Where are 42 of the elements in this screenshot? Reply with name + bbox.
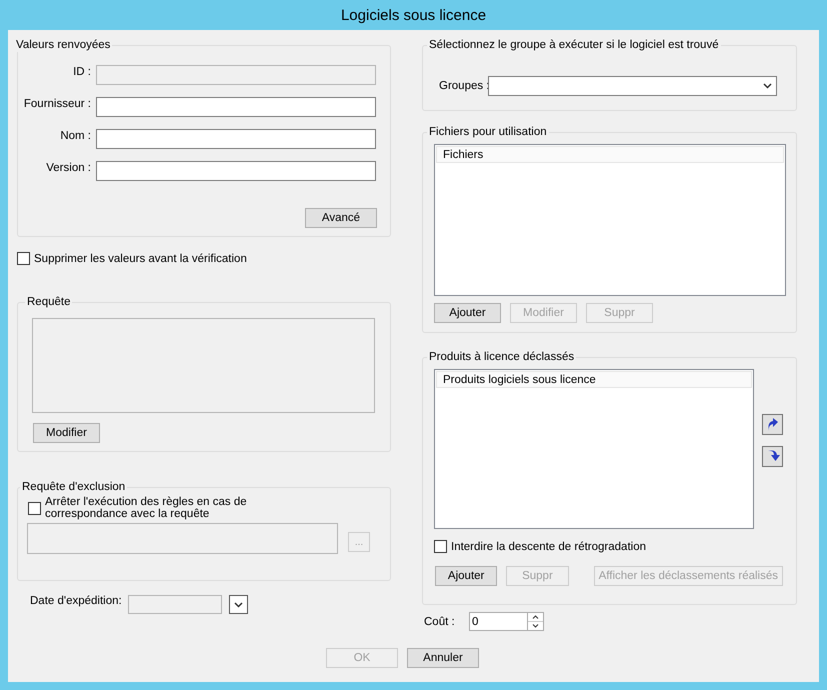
text-field[interactable]: [96, 97, 376, 117]
checkbox-label[interactable]: Supprimer les valeurs avant la vérification: [34, 252, 247, 264]
group-title: Requête: [27, 296, 70, 308]
window-title: Logiciels sous licence: [340, 6, 486, 24]
groups-dropdown[interactable]: [488, 76, 777, 96]
text-field[interactable]: [96, 161, 376, 181]
group-title: Valeurs renvoyées: [16, 39, 110, 51]
dialog-button[interactable]: Annuler: [407, 648, 479, 668]
move-down-button[interactable]: [762, 446, 783, 467]
spin-up-icon[interactable]: [532, 615, 539, 619]
group-title: Produits à licence déclassés: [429, 351, 574, 363]
chevron-down-icon: [763, 83, 772, 89]
checkbox[interactable]: [17, 252, 30, 265]
field-label: Nom :: [59, 129, 91, 143]
checkbox[interactable]: [434, 540, 447, 553]
curved-arrow-up-icon: [766, 418, 780, 432]
list-button[interactable]: Ajouter: [435, 566, 498, 586]
spin-buttons[interactable]: [527, 612, 544, 631]
checkbox[interactable]: [28, 502, 41, 514]
list-button[interactable]: Ajouter: [434, 303, 501, 323]
chevron-down-icon: [234, 602, 243, 608]
checkbox-label[interactable]: Arrêter l'exécution des règles en cas de correspondance avec la requête: [45, 496, 328, 520]
group-title: Requête d'exclusion: [22, 481, 126, 493]
dropdown-button[interactable]: [229, 595, 248, 614]
field-label: Version :: [45, 161, 91, 175]
text-field[interactable]: [96, 129, 376, 149]
move-up-button[interactable]: [762, 414, 783, 435]
column-header[interactable]: Fichiers: [436, 146, 784, 163]
date-label: Date d'expédition:: [30, 595, 123, 607]
files-list[interactable]: Fichiers: [434, 144, 786, 296]
field-label: Fournisseur :: [22, 97, 91, 111]
spin-down-icon[interactable]: [532, 624, 539, 628]
cost-label: Coût :: [424, 616, 456, 628]
field-label: ID :: [72, 65, 91, 79]
advanced-button[interactable]: Avancé: [305, 208, 377, 228]
cost-field[interactable]: 0: [469, 612, 527, 631]
products-list[interactable]: Produits logiciels sous licence: [434, 369, 754, 529]
modify-button[interactable]: Modifier: [33, 423, 100, 443]
group-title: Fichiers pour utilisation: [429, 126, 547, 138]
group-title: Sélectionnez le groupe à exécuter si le logiciel est trouvé: [429, 39, 719, 51]
column-header[interactable]: Produits logiciels sous licence: [436, 371, 752, 388]
checkbox-label[interactable]: Interdire la descente de rétrogradation: [451, 540, 646, 552]
